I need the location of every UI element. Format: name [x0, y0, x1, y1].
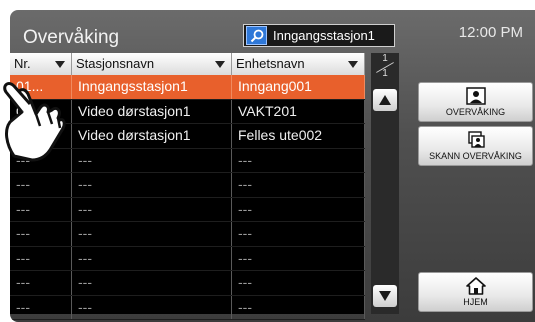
monitor-screen: Overvåking Inngangsstasjon1 12:00 PM Nr.… — [10, 10, 535, 322]
sort-icon — [215, 61, 225, 68]
column-station-name[interactable]: Stasjonsnavn — [72, 53, 232, 75]
cell-number: --- — [10, 222, 72, 246]
table-row[interactable]: --------- — [10, 173, 365, 198]
person-monitor-icon — [465, 87, 486, 105]
scroll-down-button[interactable] — [373, 285, 397, 307]
station-search[interactable]: Inngangsstasjon1 — [243, 24, 395, 47]
cell-device-name: --- — [232, 271, 365, 295]
page-title: Overvåking — [23, 27, 120, 48]
table-row[interactable]: --------- — [10, 271, 365, 296]
cell-station-name: --- — [72, 246, 232, 270]
sort-icon — [55, 61, 65, 68]
cell-device-name: Felles ute002 — [232, 124, 365, 148]
cell-device-name: --- — [232, 246, 365, 270]
scrollbar[interactable]: 1 1 — [371, 53, 399, 314]
search-value: Inngangsstasjon1 — [273, 28, 375, 43]
home-icon — [465, 277, 486, 295]
scroll-up-button[interactable] — [373, 89, 397, 111]
arrow-down-icon — [379, 291, 391, 301]
cell-device-name: --- — [232, 222, 365, 246]
scan-monitor-button[interactable]: SKANN OVERVÅKING — [418, 126, 533, 166]
table-row[interactable]: --------- — [10, 295, 365, 320]
cell-device-name: --- — [232, 197, 365, 221]
cell-station-name: --- — [72, 295, 232, 319]
search-icon[interactable] — [246, 26, 267, 45]
scan-monitor-icon — [467, 131, 485, 148]
cell-number: --- — [10, 173, 72, 197]
column-device-name[interactable]: Enhetsnavn — [232, 53, 365, 75]
cell-station-name: --- — [72, 148, 232, 172]
table-row[interactable]: --------- — [10, 246, 365, 271]
cell-number: --- — [10, 197, 72, 221]
cell-device-name: Inngang001 — [232, 75, 365, 99]
cell-station-name: Video dørstasjon1 — [72, 124, 232, 148]
cell-station-name: Inngangsstasjon1 — [72, 75, 232, 99]
cell-station-name: Video dørstasjon1 — [72, 99, 232, 123]
cell-number: --- — [10, 246, 72, 270]
table-row[interactable]: --------- — [10, 197, 365, 222]
table-header: Nr. Stasjonsnavn Enhetsnavn — [10, 53, 365, 75]
cell-station-name: --- — [72, 197, 232, 221]
sort-icon — [348, 61, 358, 68]
cell-number: --- — [10, 271, 72, 295]
hand-pointer-icon — [3, 82, 66, 162]
clock: 12:00 PM — [458, 24, 523, 41]
page-indicator: 1 1 — [371, 53, 399, 83]
cell-station-name: --- — [72, 173, 232, 197]
column-number[interactable]: Nr. — [10, 53, 72, 75]
cell-device-name: --- — [232, 295, 365, 319]
cell-station-name: --- — [72, 222, 232, 246]
cell-station-name: --- — [72, 271, 232, 295]
cell-device-name: --- — [232, 173, 365, 197]
home-button[interactable]: HJEM — [418, 272, 533, 312]
cell-number: --- — [10, 295, 72, 319]
table-row[interactable]: --------- — [10, 222, 365, 247]
monitor-button[interactable]: OVERVÅKING — [418, 82, 533, 122]
cell-device-name: --- — [232, 148, 365, 172]
cell-device-name: VAKT201 — [232, 99, 365, 123]
arrow-up-icon — [379, 95, 391, 105]
